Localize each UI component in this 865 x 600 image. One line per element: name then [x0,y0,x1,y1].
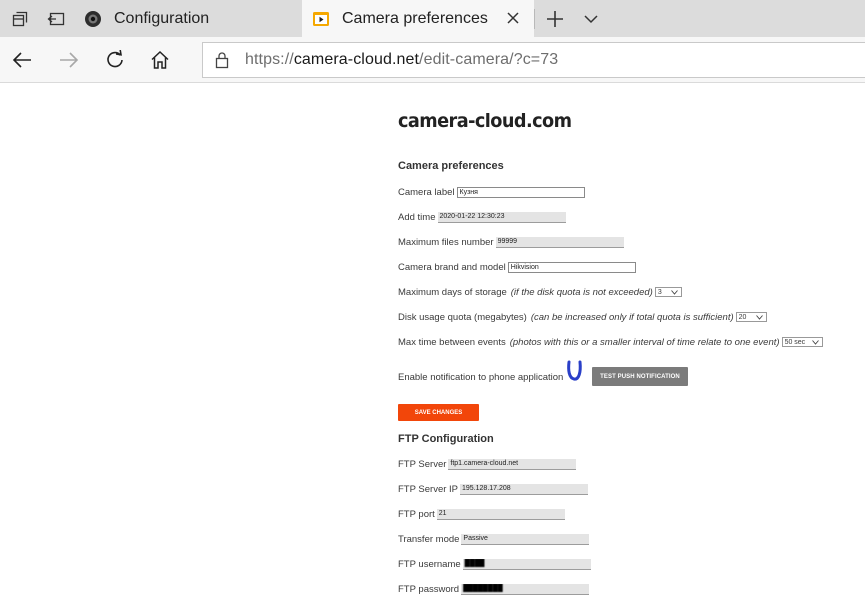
transfer-mode-field: Passive [461,533,590,545]
max-time-label: Max time between events [398,336,506,348]
tab-actions-icon[interactable] [9,8,31,30]
plus-icon[interactable] [544,8,566,30]
lock-icon[interactable] [213,50,231,70]
transfer-mode-label: Transfer mode [398,533,460,545]
ftp-port-row: FTP port 21 [398,507,565,521]
camera-favicon-icon [84,10,102,28]
url-text[interactable]: https://camera-cloud.net/edit-camera/?c=… [245,51,558,69]
max-time-select[interactable]: 50 sec [781,337,823,347]
site-logo-text: camera-cloud.com [398,110,572,132]
redacted-text: ████████ [463,584,503,592]
home-icon[interactable] [148,48,172,72]
ftp-server-label: FTP Server [398,458,447,470]
brand-model-label: Camera brand and model [398,261,506,273]
close-icon[interactable] [504,9,522,27]
transfer-mode-row: Transfer mode Passive [398,532,590,546]
camera-label-input[interactable]: Кузня [456,186,585,198]
notification-row: Enable notification to phone application [398,370,563,384]
max-days-value: 3 [657,288,662,296]
refresh-icon[interactable] [103,48,127,72]
disk-quota-label: Disk usage quota (megabytes) [398,311,527,323]
tab-strip: Configuration Camera preferences [0,0,865,37]
save-changes-button[interactable]: SAVE CHANGES [398,404,479,421]
page-content: camera-cloud.com Camera preferences Came… [398,83,865,600]
ftp-server-row: FTP Server ftp1.camera-cloud.net [398,457,577,471]
browser-toolbar: https://camera-cloud.net/edit-camera/?c=… [0,37,865,83]
back-arrow-icon[interactable] [10,48,34,72]
add-time-field: 2020-01-22 12:30:23 [437,211,566,223]
max-days-row: Maximum days of storage (if the disk quo… [398,285,682,299]
ftp-username-row: FTP username ████ [398,557,591,571]
url-host: camera-cloud.net [293,51,420,68]
disk-quota-value: 20 [738,313,747,321]
max-files-label: Maximum files number [398,236,494,248]
play-favicon-icon [312,10,330,28]
max-days-label: Maximum days of storage [398,286,507,298]
address-bar[interactable]: https://camera-cloud.net/edit-camera/?c=… [202,42,865,78]
camera-label-row: Camera label Кузня [398,185,585,199]
ftp-server-ip-label: FTP Server IP [398,483,459,495]
camera-preferences-heading: Camera preferences [398,160,504,172]
ftp-password-label: FTP password [398,583,460,595]
brand-model-input[interactable]: Hikvision [507,261,636,273]
tab-title: Camera preferences [342,9,488,27]
ftp-server-ip-row: FTP Server IP 195.128.17.208 [398,482,589,496]
brand-model-row: Camera brand and model Hikvision [398,260,636,274]
camera-label-label: Camera label [398,186,455,198]
test-push-notification-button[interactable]: TEST PUSH NOTIFICATION [592,367,688,386]
max-files-row: Maximum files number 99999 [398,235,624,249]
chevron-down-icon [756,314,764,320]
max-days-hint: (if the disk quota is not exceeded) [510,286,653,298]
notification-label: Enable notification to phone application [398,371,564,383]
max-files-field: 99999 [495,236,624,248]
ftp-username-field: ████ [462,558,591,570]
set-aside-tabs-icon[interactable] [45,8,67,30]
disk-quota-select[interactable]: 20 [735,312,767,322]
ftp-port-field: 21 [436,508,565,520]
ftp-username-label: FTP username [398,558,461,570]
max-time-row: Max time between events (photos with thi… [398,335,823,349]
chevron-down-icon[interactable] [580,8,602,30]
max-time-hint: (photos with this or a smaller interval … [509,336,780,348]
ftp-password-field: ████████ [461,583,590,595]
max-days-select[interactable]: 3 [654,287,682,297]
chevron-down-icon [671,289,679,295]
ftp-server-field: ftp1.camera-cloud.net [448,458,577,470]
add-time-row: Add time 2020-01-22 12:30:23 [398,210,566,224]
add-time-label: Add time [398,211,436,223]
disk-quota-row: Disk usage quota (megabytes) (can be inc… [398,310,767,324]
ftp-port-label: FTP port [398,508,435,520]
ftp-server-ip-field: 195.128.17.208 [460,483,589,495]
tab-camera-preferences[interactable]: Camera preferences [302,0,534,37]
disk-quota-hint: (can be increased only if total quota is… [530,311,734,323]
max-time-value: 50 sec [784,338,806,346]
url-path: /edit-camera/?c=73 [419,51,559,68]
redacted-text: ████ [464,559,485,567]
ftp-password-row: FTP password ████████ [398,582,590,596]
chevron-down-icon [812,339,820,345]
ftp-configuration-heading: FTP Configuration [398,433,494,445]
forward-arrow-icon [57,48,81,72]
tab-divider [534,9,535,29]
hand-drawn-mark-icon [567,360,582,381]
url-scheme: https:// [245,51,294,68]
tab-configuration[interactable]: Configuration [74,0,302,37]
tab-title: Configuration [114,9,210,27]
